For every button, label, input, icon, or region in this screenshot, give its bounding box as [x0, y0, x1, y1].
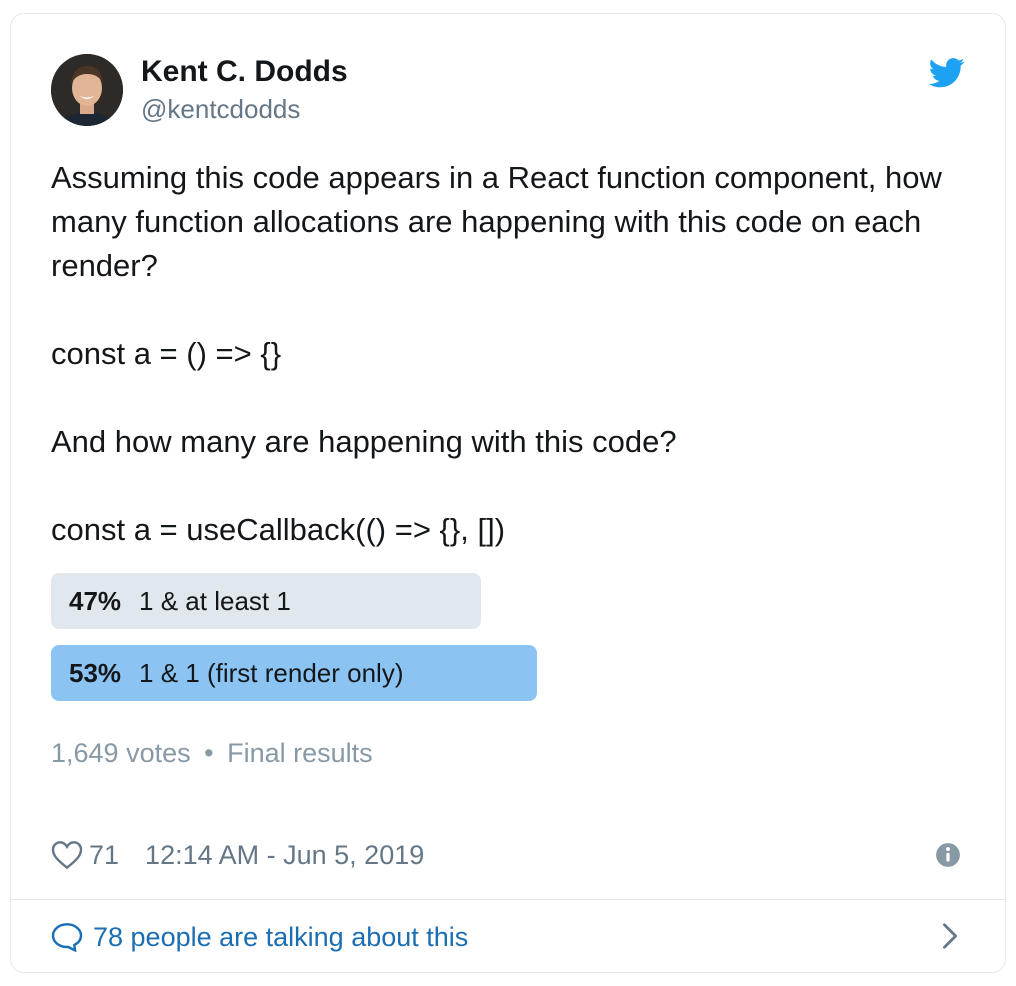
like-count[interactable]: 71 — [89, 840, 119, 871]
twitter-bird-icon[interactable] — [929, 58, 965, 88]
poll-status: Final results — [227, 738, 373, 768]
poll-vote-count: 1,649 votes — [51, 738, 191, 768]
conversation-link[interactable]: 78 people are talking about this — [51, 917, 965, 957]
tweet-question-2: And how many are happening with this cod… — [51, 424, 677, 459]
chevron-right-icon[interactable] — [941, 922, 959, 950]
author-handle[interactable]: @kentcdodds — [141, 94, 300, 125]
poll-option-label: 1 & 1 (first render only) — [139, 657, 404, 688]
avatar[interactable] — [51, 54, 123, 126]
info-icon[interactable] — [935, 842, 961, 868]
avatar-photo — [51, 54, 123, 126]
poll-option-1[interactable]: 47% 1 & at least 1 — [51, 573, 481, 629]
tweet-card: Kent C. Dodds @kentcdodds Assuming this … — [10, 13, 1006, 973]
tweet-code-1: const a = () => {} — [51, 336, 282, 371]
poll-option-label: 1 & at least 1 — [139, 585, 291, 616]
author-name[interactable]: Kent C. Dodds — [141, 55, 348, 89]
tweet-footer: 71 12:14 AM - Jun 5, 2019 — [51, 837, 424, 873]
tweet-text: Assuming this code appears in a React fu… — [51, 156, 971, 552]
heart-icon[interactable] — [51, 840, 83, 870]
poll-option-2[interactable]: 53% 1 & 1 (first render only) — [51, 645, 537, 701]
divider — [11, 899, 1005, 900]
poll-meta: 1,649 votes • Final results — [51, 738, 373, 769]
tweet-timestamp[interactable]: 12:14 AM - Jun 5, 2019 — [145, 840, 424, 871]
conversation-label: 78 people are talking about this — [93, 921, 469, 952]
tweet-code-2: const a = useCallback(() => {}, []) — [51, 512, 506, 547]
poll-option-percent: 47% — [69, 585, 122, 616]
tweet-question-1: Assuming this code appears in a React fu… — [51, 160, 942, 283]
speech-bubble-icon — [51, 923, 83, 952]
poll-option-percent: 53% — [69, 657, 122, 688]
poll-separator: • — [204, 738, 214, 768]
